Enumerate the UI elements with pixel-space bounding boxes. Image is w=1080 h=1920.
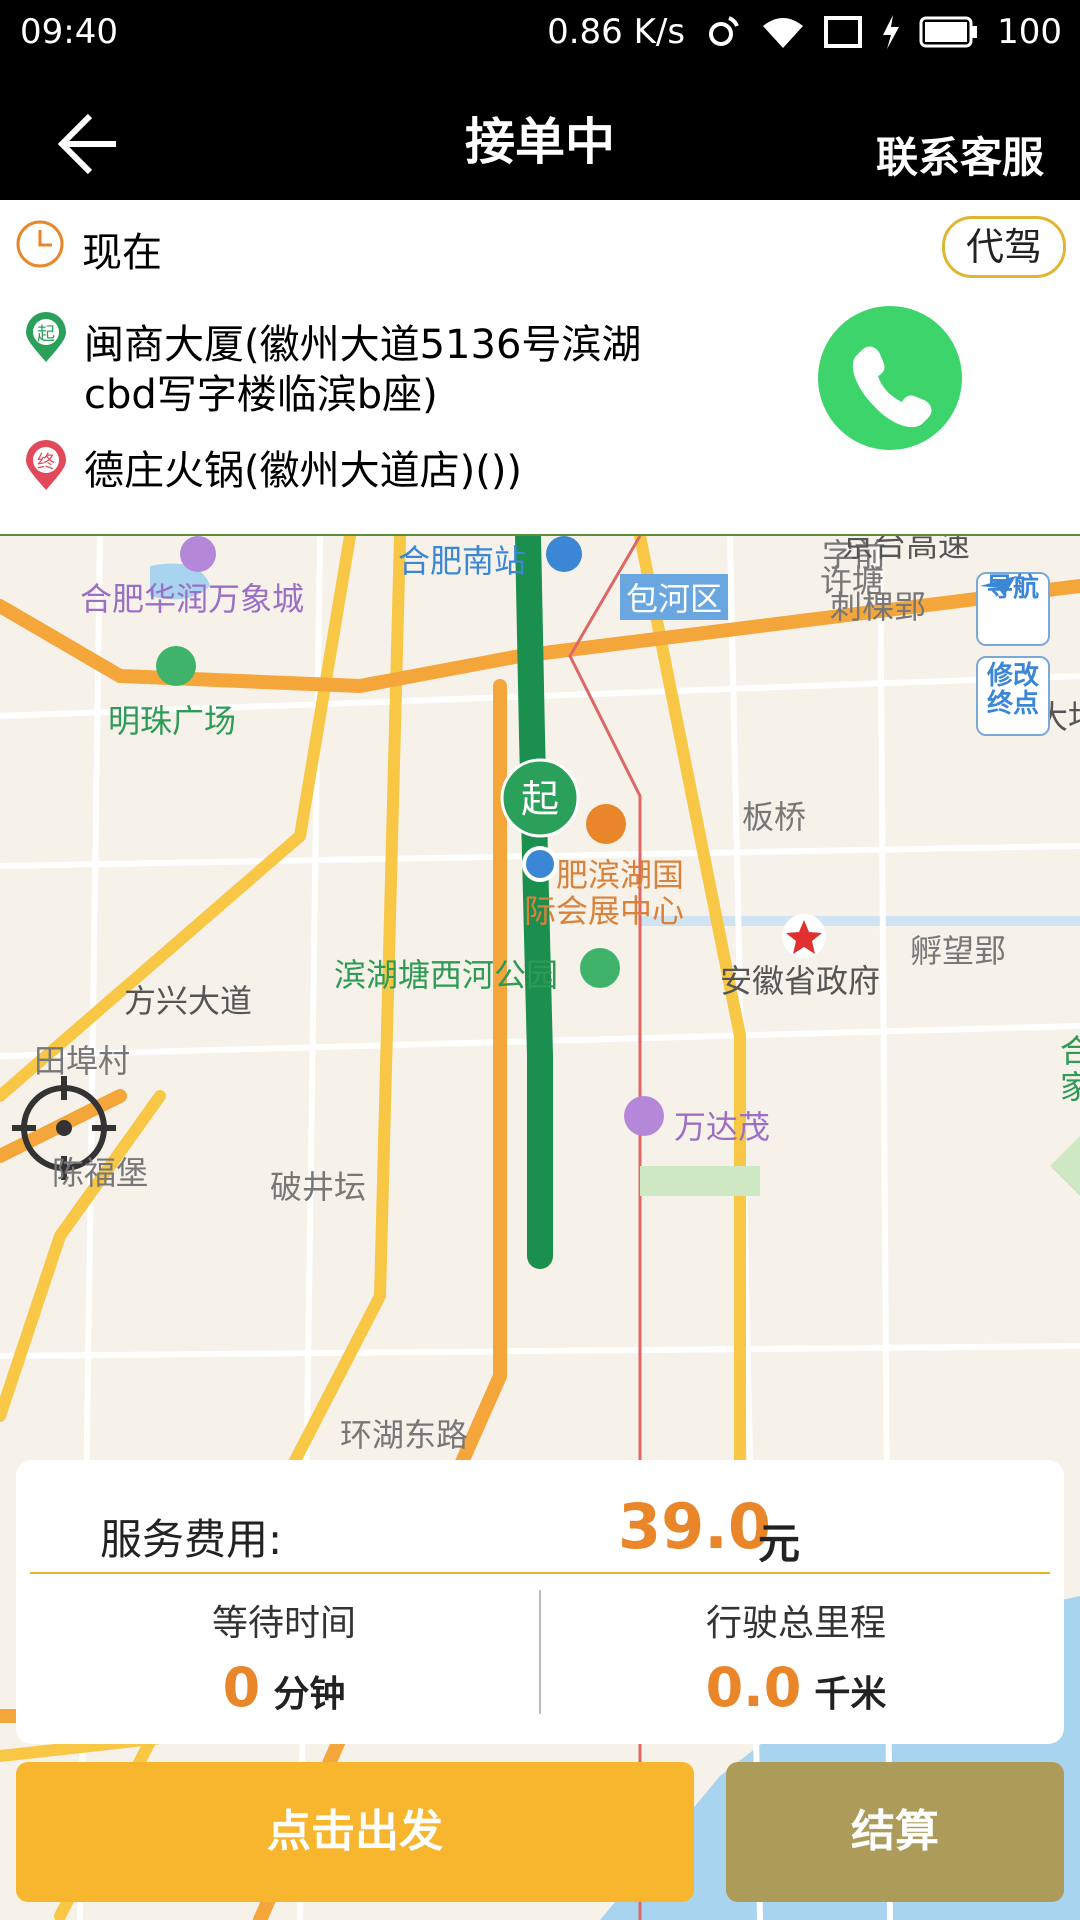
map-label-jia: 家 [1060,1068,1080,1106]
depart-button[interactable]: 点击出发 [16,1762,694,1902]
modify-destination-button[interactable]: 修改 终点 [976,656,1050,736]
map-label-mingzhu: 明珠广场 [108,702,237,740]
status-icons: 0.86 K/s 100 [547,12,1062,52]
order-info-card: 现在 代驾 起 闽商大厦(徽州大道5136号滨湖 cbd写字楼临滨b座) 终 德… [0,200,1080,536]
title-bar: 接单中 联系客服 [0,64,1080,200]
map-label-cilili: 刺棵郢 [830,588,927,626]
wait-time-unit: 分钟 [273,1674,346,1715]
start-pin-icon: 起 [26,312,66,362]
map-label-wanda: 万达茂 [674,1108,771,1146]
contact-service-button[interactable]: 联系客服 [876,124,1044,185]
map-label-hefei-south: 合肥南站 [398,542,527,580]
call-button[interactable] [818,306,962,450]
map-label-wanxiang: 合肥华润万象城 [80,580,305,618]
end-address: 德庄火锅(徽州大道店)()) [84,448,523,494]
status-time: 09:40 [20,12,118,52]
status-bar: 09:40 0.86 K/s 100 [0,0,1080,64]
map-label-chenfu: 陈福堡 [52,1154,149,1192]
phone-icon [852,346,932,428]
start-address-line2: cbd写字楼临滨b座) [84,372,438,418]
map-label-banqiao: 板桥 [742,798,807,836]
service-fee-unit: 元 [758,1519,801,1568]
settle-button[interactable]: 结算 [726,1762,1064,1902]
map-label-anhui-gov: 安徽省政府 [720,962,881,1000]
navigate-button[interactable]: 导航 [976,572,1050,646]
map-label-baohe: 包河区 [620,574,729,620]
map-label-pojing: 破井坛 [270,1168,367,1206]
hotspot-icon [703,12,743,52]
start-address: 闽商大厦(徽州大道5136号滨湖 cbd写字楼临滨b座) [84,320,704,420]
distance-label: 行驶总里程 [705,1603,886,1644]
wait-time-stat: 等待时间 0 分钟 [34,1594,534,1719]
start-address-line1: 闽商大厦(徽州大道5136号滨湖 [84,322,642,368]
battery-icon [919,15,979,49]
service-fee-label: 服务费用: [100,1515,283,1564]
distance-unit: 千米 [814,1674,887,1715]
end-pin-text: 终 [37,452,55,473]
end-pin-icon: 终 [26,440,66,490]
service-fee-value: 39.0 [618,1490,771,1563]
map-label-fangxing: 方兴大道 [124,982,253,1020]
map-label-jingtai: 京台高速 [842,536,971,564]
map-label-tianbu: 田埠村 [34,1042,131,1080]
screen-icon [823,15,863,49]
charging-icon [881,15,901,49]
distance-value: 0.0 [705,1656,802,1719]
order-type-badge: 代驾 [942,216,1066,278]
wait-time-label: 等待时间 [211,1603,356,1644]
battery-level: 100 [997,12,1062,52]
wifi-icon [761,14,805,50]
map-label-binhutang: 滨湖塘西河公园 [334,956,559,994]
map-label-binhu2: 际会展中心 [524,892,685,930]
stat-divider [539,1590,541,1714]
map-label-huanhu: 环湖东路 [340,1416,469,1454]
clock-icon [16,220,64,268]
distance-stat: 行驶总里程 0.0 千米 [546,1594,1046,1719]
order-time: 现在 [82,230,162,276]
modify-label-line2: 终点 [986,689,1039,719]
map-label-fuwang: 孵望郢 [910,932,1007,970]
start-pin-text: 起 [37,324,55,345]
fee-panel: 服务费用: 39.0 元 等待时间 0 分钟 行驶总里程 0.0 千米 [16,1460,1064,1744]
fee-divider [30,1572,1050,1574]
map-start-marker: 起 [521,777,559,821]
wait-time-value: 0 [222,1656,261,1719]
network-speed: 0.86 K/s [547,12,686,52]
modify-label-line1: 修改 [986,661,1039,691]
